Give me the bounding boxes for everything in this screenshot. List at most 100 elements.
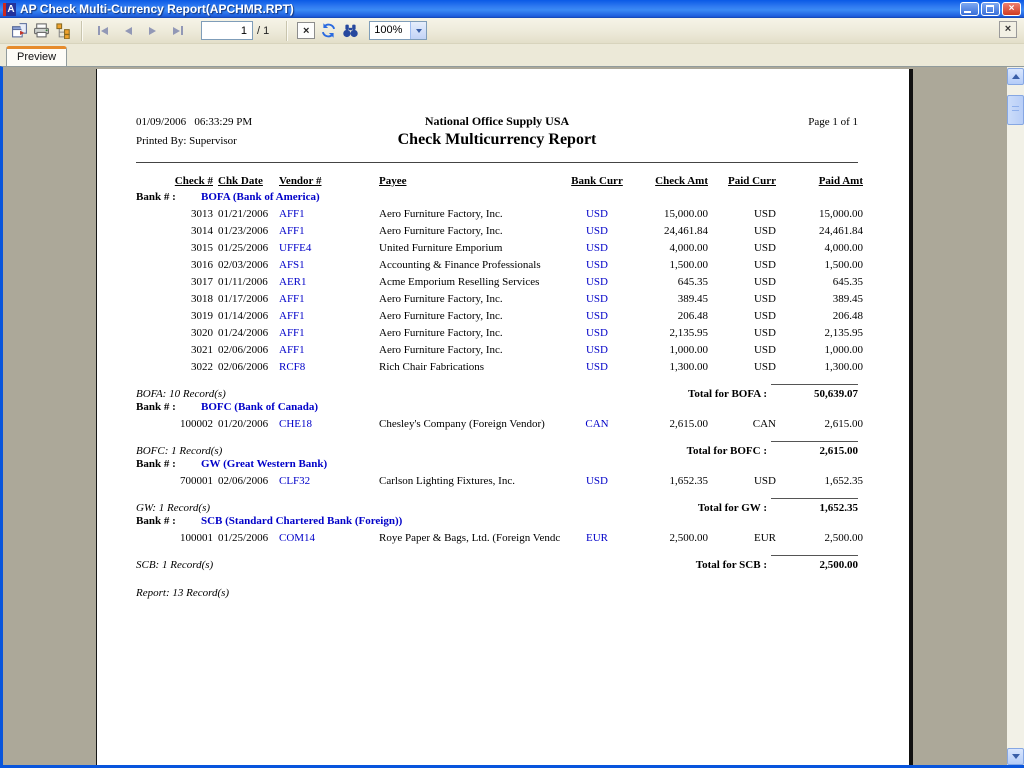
bank-name: SCB (Standard Chartered Bank (Foreign)) (201, 515, 402, 527)
check-amount: 1,652.35 (629, 475, 708, 487)
check-date: 01/25/2006 (213, 242, 279, 254)
vendor-code: COM14 (279, 532, 379, 544)
vertical-scrollbar[interactable] (1007, 67, 1024, 765)
check-date: 02/03/2006 (213, 259, 279, 271)
print-button[interactable] (30, 20, 52, 42)
group-total-row: BOFC: 1 Record(s)Total for BOFC :2,615.0… (136, 435, 858, 457)
check-date: 01/11/2006 (213, 276, 279, 288)
close-window-button[interactable]: × (1002, 2, 1021, 16)
chevron-up-icon (1012, 74, 1020, 79)
close-view-button[interactable]: × (999, 21, 1017, 38)
group-total-amount: 2,615.00 (771, 441, 858, 457)
tab-bar: Preview (0, 44, 1024, 66)
printed-datetime: 01/09/2006 06:33:29 PM (136, 116, 425, 128)
zoom-dropdown-button[interactable] (410, 22, 426, 39)
vendor-code: AFF1 (279, 225, 379, 237)
paid-amount: 645.35 (776, 276, 863, 288)
column-header-check-number: Check # (136, 175, 213, 187)
payee: United Furniture Emporium (379, 242, 565, 254)
check-amount: 1,000.00 (629, 344, 708, 356)
paid-amount: 1,000.00 (776, 344, 863, 356)
scroll-up-button[interactable] (1007, 68, 1024, 85)
check-number: 3014 (136, 225, 213, 237)
bank-currency: USD (565, 276, 629, 288)
zoom-level-select[interactable]: 100% (369, 21, 427, 40)
binoculars-icon (342, 22, 359, 39)
check-row: 301401/23/2006AFF1Aero Furniture Factory… (136, 225, 858, 242)
minimize-button[interactable] (960, 2, 979, 16)
check-amount: 15,000.00 (629, 208, 708, 220)
column-header-paid-amount: Paid Amt (776, 175, 863, 187)
check-number: 3018 (136, 293, 213, 305)
previous-page-button[interactable] (121, 24, 136, 38)
check-amount: 2,135.95 (629, 327, 708, 339)
paid-currency: USD (708, 259, 776, 271)
vendor-code: CLF32 (279, 475, 379, 487)
check-date: 01/20/2006 (213, 418, 279, 430)
check-number: 3021 (136, 344, 213, 356)
paid-currency: USD (708, 361, 776, 373)
bank-currency: USD (565, 259, 629, 271)
vendor-code: AER1 (279, 276, 379, 288)
check-number: 100002 (136, 418, 213, 430)
page-total-label: / 1 (257, 25, 269, 37)
vendor-code: AFS1 (279, 259, 379, 271)
group-total-amount: 1,652.35 (771, 498, 858, 514)
payee: Acme Emporium Reselling Services (379, 276, 565, 288)
column-header-bank-currency: Bank Curr (565, 175, 629, 187)
toggle-group-tree-button[interactable] (52, 20, 74, 42)
paid-amount: 2,500.00 (776, 532, 863, 544)
payee: Aero Furniture Factory, Inc. (379, 293, 565, 305)
paid-amount: 2,615.00 (776, 418, 863, 430)
group-total-amount: 50,639.07 (771, 384, 858, 400)
report-header-line1: 01/09/2006 06:33:29 PM National Office S… (136, 114, 858, 131)
group-total-row: GW: 1 Record(s)Total for GW :1,652.35 (136, 492, 858, 514)
check-row: 301801/17/2006AFF1Aero Furniture Factory… (136, 293, 858, 310)
group-record-count: GW: 1 Record(s) (136, 502, 698, 514)
paid-amount: 15,000.00 (776, 208, 863, 220)
check-date: 01/21/2006 (213, 208, 279, 220)
bank-currency: USD (565, 208, 629, 220)
chevron-down-icon (1012, 754, 1020, 759)
column-header-payee: Payee (379, 175, 565, 187)
company-name: National Office Supply USA (425, 114, 569, 129)
last-page-button[interactable] (169, 23, 187, 38)
check-date: 02/06/2006 (213, 475, 279, 487)
payee: Chesley's Company (Foreign Vendor) (379, 418, 565, 430)
check-amount: 206.48 (629, 310, 708, 322)
tab-preview[interactable]: Preview (6, 46, 67, 66)
column-header-check-date: Chk Date (213, 175, 279, 187)
page-number-input[interactable] (201, 21, 253, 40)
check-amount: 1,500.00 (629, 259, 708, 271)
refresh-button[interactable] (317, 20, 339, 42)
paid-currency: USD (708, 208, 776, 220)
bank-group-header: Bank # :GW (Great Western Bank) (136, 458, 858, 475)
group-total-label: Total for BOFC : (687, 445, 771, 457)
stop-loading-button[interactable]: × (295, 20, 317, 42)
bank-name: BOFC (Bank of Canada) (201, 401, 318, 413)
vendor-code: AFF1 (279, 293, 379, 305)
check-number: 3022 (136, 361, 213, 373)
paid-amount: 24,461.84 (776, 225, 863, 237)
group-total-amount: 2,500.00 (771, 555, 858, 571)
group-total-row: SCB: 1 Record(s)Total for SCB :2,500.00 (136, 549, 858, 571)
scrollbar-thumb[interactable] (1007, 95, 1024, 125)
paid-currency: USD (708, 327, 776, 339)
bank-number-label: Bank # : (136, 458, 201, 470)
check-date: 01/14/2006 (213, 310, 279, 322)
column-header-paid-currency: Paid Curr (708, 175, 776, 187)
scroll-down-button[interactable] (1007, 748, 1024, 765)
bank-group-header: Bank # :SCB (Standard Chartered Bank (Fo… (136, 515, 858, 532)
group-total-label: Total for BOFA : (688, 388, 771, 400)
bank-number-label: Bank # : (136, 401, 201, 413)
payee: Accounting & Finance Professionals (379, 259, 565, 271)
bank-group-header: Bank # :BOFC (Bank of Canada) (136, 401, 858, 418)
next-page-button[interactable] (145, 24, 160, 38)
restore-button[interactable] (981, 2, 1000, 16)
check-amount: 2,500.00 (629, 532, 708, 544)
search-button[interactable] (339, 20, 361, 42)
refresh-icon (320, 22, 337, 39)
group-total-label: Total for GW : (698, 502, 771, 514)
export-button[interactable] (8, 20, 30, 42)
first-page-button[interactable] (94, 23, 112, 38)
